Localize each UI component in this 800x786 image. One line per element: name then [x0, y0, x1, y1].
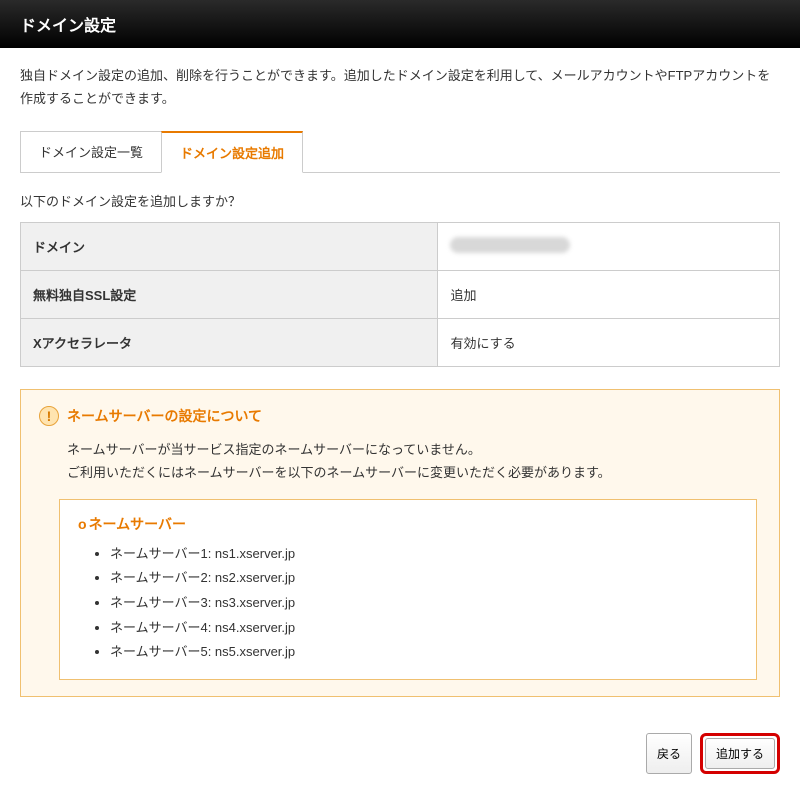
list-item: ネームサーバー5: ns5.xserver.jp: [110, 640, 738, 665]
list-item: ネームサーバー3: ns3.xserver.jp: [110, 591, 738, 616]
tab-label: ドメイン設定追加: [180, 146, 284, 161]
content-area: 独自ドメイン設定の追加、削除を行うことができます。追加したドメイン設定を利用して…: [0, 48, 800, 733]
list-item: ネームサーバー2: ns2.xserver.jp: [110, 566, 738, 591]
list-item: ネームサーバー1: ns1.xserver.jp: [110, 542, 738, 567]
row-value-ssl: 追加: [438, 270, 780, 318]
notice-text: ネームサーバーが当サービス指定のネームサーバーになっていません。 ご利用いただく…: [39, 438, 761, 485]
tab-label: ドメイン設定一覧: [39, 145, 143, 160]
row-label-domain: ドメイン: [21, 222, 438, 270]
row-label-ssl: 無料独自SSL設定: [21, 270, 438, 318]
notice-line-2: ご利用いただくにはネームサーバーを以下のネームサーバーに変更いただく必要がありま…: [67, 465, 611, 480]
page-description: 独自ドメイン設定の追加、削除を行うことができます。追加したドメイン設定を利用して…: [20, 64, 780, 111]
submit-highlight: 追加する: [700, 733, 780, 774]
table-row: ドメイン: [21, 222, 780, 270]
confirm-text: 以下のドメイン設定を追加しますか？: [20, 191, 780, 210]
page-title: ドメイン設定: [20, 18, 116, 35]
back-button[interactable]: 戻る: [646, 733, 692, 774]
nameserver-box-title: ネームサーバー: [78, 514, 738, 534]
notice-line-1: ネームサーバーが当サービス指定のネームサーバーになっていません。: [67, 442, 481, 457]
tabs: ドメイン設定一覧 ドメイン設定追加: [20, 131, 780, 173]
page-header: ドメイン設定: [0, 0, 800, 48]
notice-title: ネームサーバーの設定について: [67, 406, 262, 426]
table-row: 無料独自SSL設定 追加: [21, 270, 780, 318]
table-row: Xアクセラレータ 有効にする: [21, 318, 780, 366]
row-label-xaccel: Xアクセラレータ: [21, 318, 438, 366]
nameserver-notice: ! ネームサーバーの設定について ネームサーバーが当サービス指定のネームサーバー…: [20, 389, 780, 697]
settings-table: ドメイン 無料独自SSL設定 追加 Xアクセラレータ 有効にする: [20, 222, 780, 367]
exclamation-icon: !: [39, 406, 59, 426]
tab-domain-list[interactable]: ドメイン設定一覧: [20, 131, 162, 172]
notice-header: ! ネームサーバーの設定について: [39, 406, 761, 426]
nameserver-list: ネームサーバー1: ns1.xserver.jp ネームサーバー2: ns2.x…: [78, 542, 738, 665]
nameserver-box: ネームサーバー ネームサーバー1: ns1.xserver.jp ネームサーバー…: [59, 499, 757, 680]
list-item: ネームサーバー4: ns4.xserver.jp: [110, 616, 738, 641]
submit-button[interactable]: 追加する: [705, 738, 775, 769]
domain-value-blurred: [450, 237, 570, 253]
tab-domain-add[interactable]: ドメイン設定追加: [161, 131, 303, 173]
row-value-domain: [438, 222, 780, 270]
button-row: 戻る 追加する: [0, 733, 800, 786]
row-value-xaccel: 有効にする: [438, 318, 780, 366]
